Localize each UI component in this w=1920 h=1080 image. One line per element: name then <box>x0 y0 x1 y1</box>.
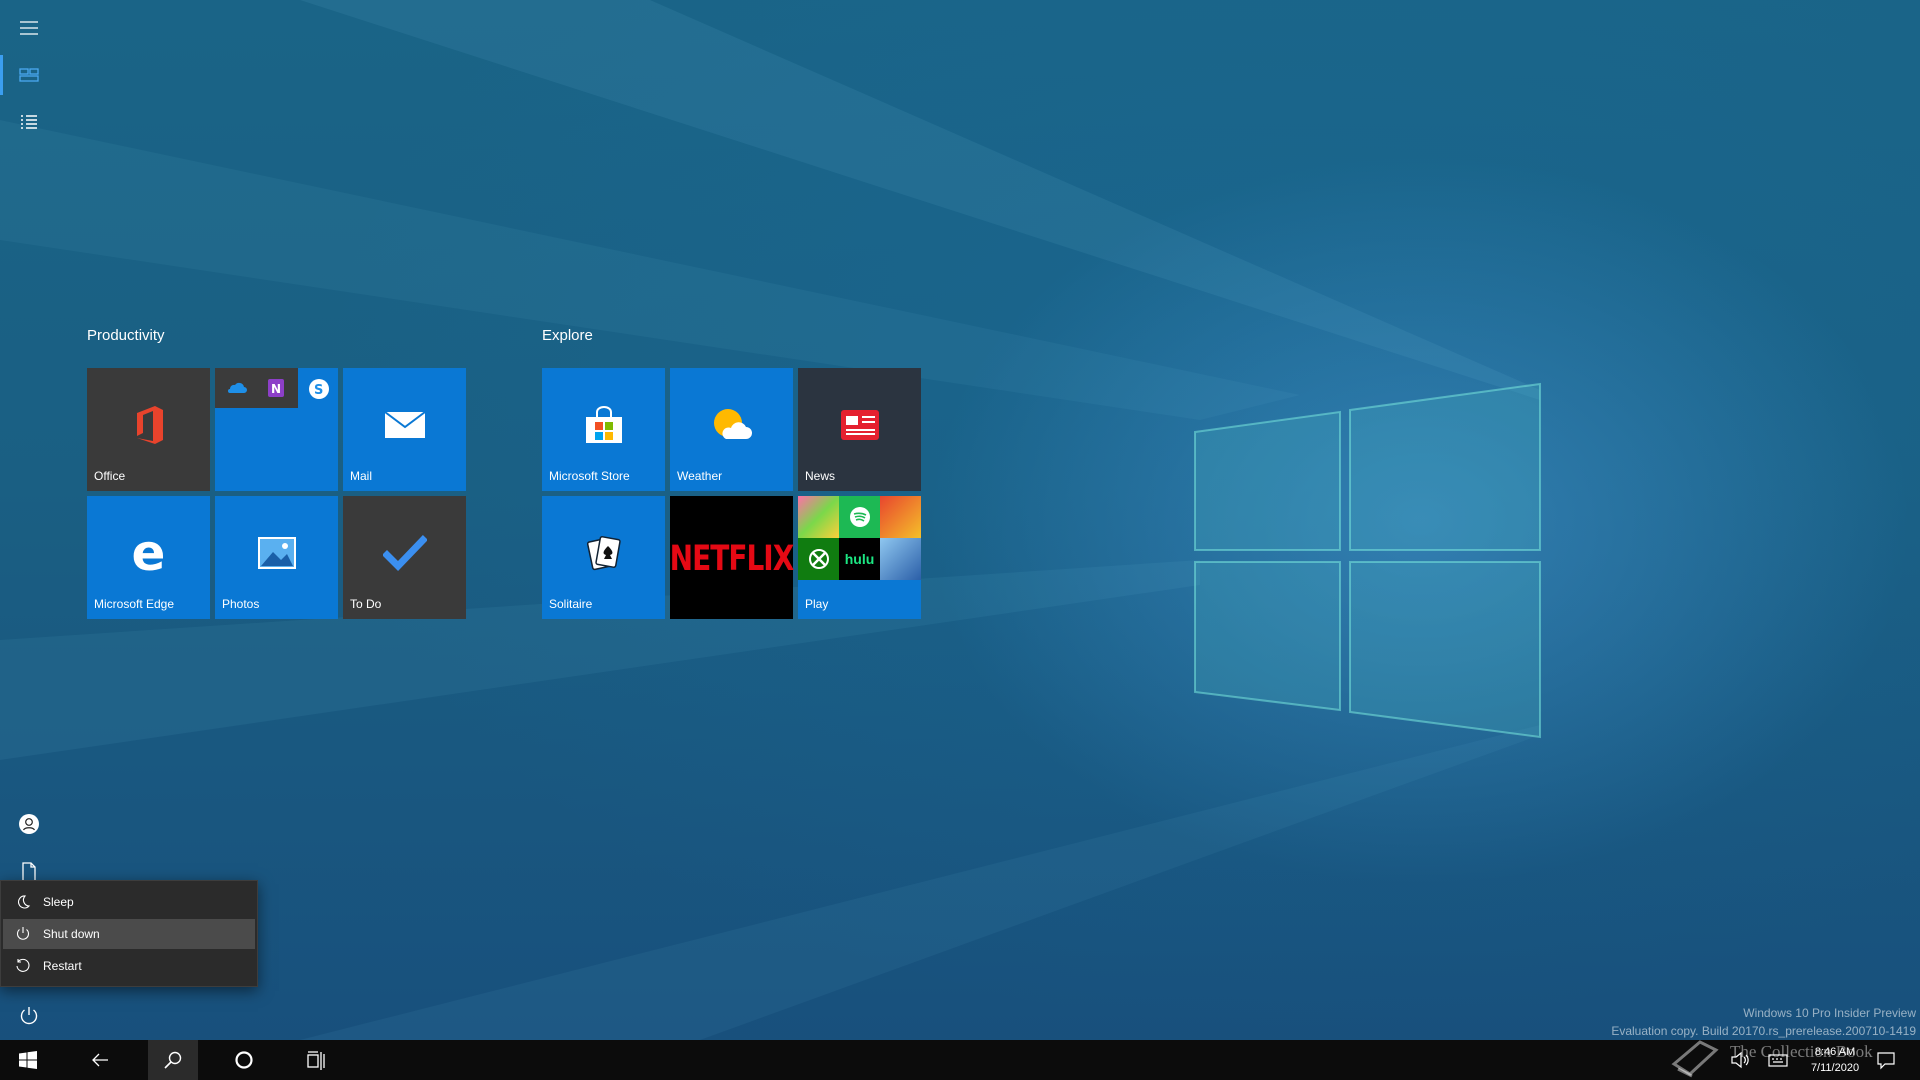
tile-microsoft-edge[interactable]: e Microsoft Edge <box>87 496 210 619</box>
netflix-logo: NETFLIX <box>669 536 795 579</box>
tile-label: News <box>805 469 836 483</box>
clock-date: 7/11/2020 <box>1810 1062 1860 1074</box>
spotify-icon <box>849 507 870 527</box>
notification-icon[interactable] <box>1876 1050 1896 1070</box>
friends-game-app <box>880 496 921 538</box>
menu-item-sleep[interactable]: Sleep <box>3 887 255 917</box>
cortana-button[interactable] <box>220 1040 268 1080</box>
build-watermark-line1: Windows 10 Pro Insider Preview <box>1743 1006 1916 1020</box>
onenote-icon: N <box>268 379 284 397</box>
tiles-icon <box>19 68 39 82</box>
news-icon <box>840 409 879 440</box>
search-button[interactable] <box>148 1040 198 1080</box>
todo-checkmark-icon <box>382 534 427 571</box>
power-icon <box>17 927 29 940</box>
brand-watermark: The Collection Book <box>1730 1042 1873 1061</box>
edge-icon: e <box>131 523 166 582</box>
candy-crush-app <box>798 496 839 538</box>
book-logo-icon <box>1671 1040 1719 1078</box>
tile-label: Solitaire <box>549 597 593 611</box>
group-title-productivity[interactable]: Productivity <box>87 327 165 344</box>
svg-text:N: N <box>271 382 281 396</box>
all-apps-icon <box>21 115 37 129</box>
hamburger-button[interactable] <box>0 4 58 52</box>
menu-item-label: Sleep <box>43 895 74 909</box>
photos-icon <box>257 536 296 569</box>
taskbar: 8:46 AM 7/11/2020 <box>0 1040 1920 1080</box>
tile-solitaire[interactable]: Solitaire <box>542 496 665 619</box>
tile-label: Play <box>805 597 829 611</box>
svg-text:S: S <box>314 383 323 398</box>
wallpaper-windows-logo <box>1194 382 1541 739</box>
menu-item-shut-down[interactable]: Shut down <box>3 919 255 949</box>
tile-microsoft-store[interactable]: Microsoft Store <box>542 368 665 491</box>
user-account-button[interactable] <box>0 800 58 848</box>
menu-item-label: Shut down <box>43 927 100 941</box>
user-icon <box>19 814 39 834</box>
store-icon <box>585 405 622 443</box>
spotify-app <box>839 496 880 538</box>
tile-weather[interactable]: Weather <box>670 368 793 491</box>
group-title-explore[interactable]: Explore <box>542 327 593 344</box>
tile-office[interactable]: Office <box>87 368 210 491</box>
power-icon <box>20 1007 38 1025</box>
pinned-tiles-button[interactable] <box>0 51 58 99</box>
tile-netflix[interactable]: NETFLIX <box>669 496 795 619</box>
tile-play-folder[interactable]: hulu Play <box>798 496 921 619</box>
xbox-icon <box>808 549 829 569</box>
office-icon <box>136 405 163 444</box>
search-icon <box>164 1051 182 1069</box>
all-apps-button[interactable] <box>0 99 58 147</box>
tile-label: Microsoft Edge <box>94 597 175 611</box>
tile-mail[interactable]: Mail <box>343 368 466 491</box>
hulu-app: hulu <box>839 538 880 580</box>
sleep-moon-icon <box>18 895 31 909</box>
task-view-button[interactable] <box>292 1040 340 1080</box>
task-view-icon <box>307 1051 325 1070</box>
build-watermark-line2: Evaluation copy. Build 20170.rs_prerelea… <box>1611 1024 1916 1038</box>
start-button[interactable] <box>4 1040 52 1080</box>
menu-item-label: Restart <box>43 959 82 973</box>
solitaire-cards-icon <box>586 535 621 570</box>
mail-icon <box>383 410 426 438</box>
tile-label: Weather <box>677 469 723 483</box>
restart-icon <box>16 958 30 972</box>
hamburger-icon <box>20 21 38 35</box>
play-app-grid: hulu <box>798 496 921 580</box>
tile-label: Photos <box>222 597 260 611</box>
tile-label: Microsoft Store <box>549 469 630 483</box>
onedrive-icon <box>228 382 247 393</box>
tile-to-do[interactable]: To Do <box>343 496 466 619</box>
tile-photos[interactable]: Photos <box>215 496 338 619</box>
tile-news[interactable]: News <box>798 368 921 491</box>
disney-magic-kingdoms-app <box>880 538 921 580</box>
menu-item-restart[interactable]: Restart <box>3 951 255 981</box>
tile-label: Mail <box>350 469 373 483</box>
tile-office-apps-folder[interactable]: N S <box>215 368 338 491</box>
tile-label: Office <box>94 469 126 483</box>
hulu-logo: hulu <box>844 551 875 567</box>
windows-logo-icon <box>19 1051 37 1069</box>
cortana-icon <box>235 1051 253 1069</box>
tile-label: To Do <box>350 597 382 611</box>
back-button[interactable] <box>76 1040 124 1080</box>
xbox-app <box>798 538 839 580</box>
back-arrow-icon <box>92 1053 108 1067</box>
power-button[interactable] <box>0 992 58 1040</box>
skype-icon: S <box>309 379 329 399</box>
power-options-menu: Sleep Shut down Restart <box>0 880 258 987</box>
weather-icon <box>713 408 752 439</box>
